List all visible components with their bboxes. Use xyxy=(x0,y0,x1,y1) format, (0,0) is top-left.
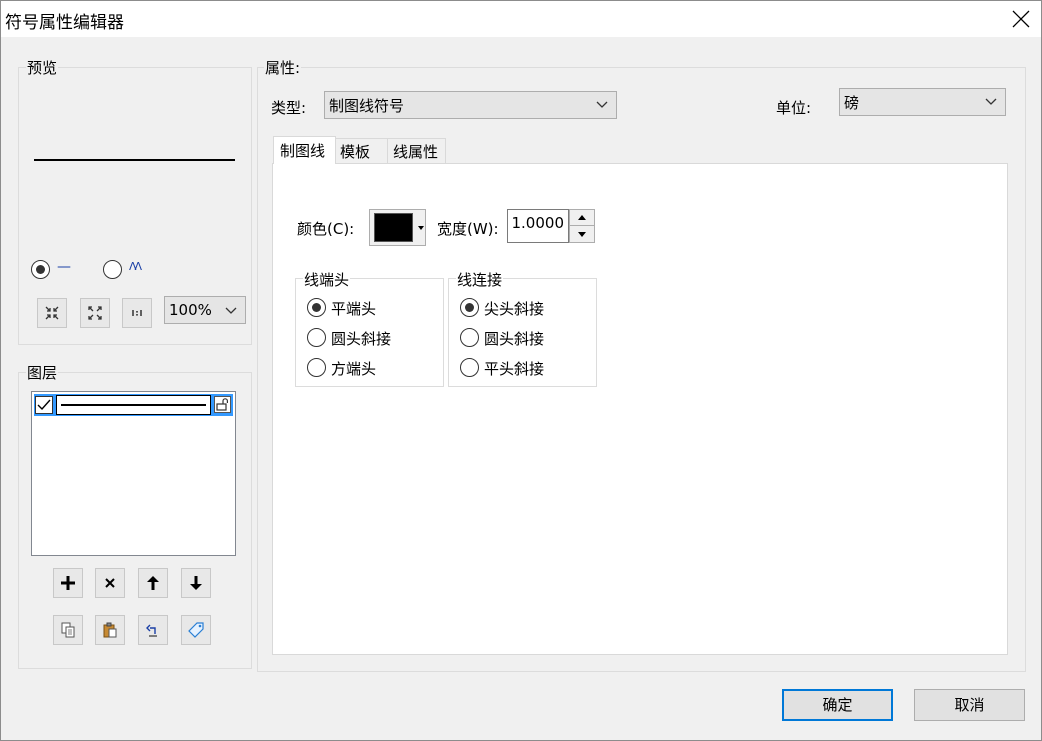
close-button[interactable] xyxy=(1001,1,1041,37)
ok-button[interactable]: 确定 xyxy=(782,689,893,721)
cap-square-radio[interactable] xyxy=(307,358,326,377)
line-cap-label: 线端头 xyxy=(303,269,351,290)
preview-mode-line-radio[interactable] xyxy=(31,260,50,279)
layer-visible-checkbox[interactable] xyxy=(35,396,53,414)
type-value: 制图线符号 xyxy=(329,97,405,115)
unlock-icon xyxy=(216,398,228,411)
tab-panel: 颜色(C): 宽度(W): 1.0000 线端头 平端头 圆头斜接 方端头 线连… xyxy=(272,163,1008,655)
join-option-label: 平头斜接 xyxy=(484,360,545,378)
color-label: 颜色(C): xyxy=(297,220,355,238)
preview-line xyxy=(34,159,235,161)
tab-line-properties[interactable]: 线属性 xyxy=(388,138,446,164)
window-title: 符号属性编辑器 xyxy=(5,13,124,33)
paste-icon xyxy=(103,622,117,638)
triangle-down-icon xyxy=(578,232,586,237)
join-round-radio[interactable] xyxy=(460,328,479,347)
type-label: 类型: xyxy=(271,99,307,117)
copy-icon xyxy=(61,622,75,638)
tag-icon xyxy=(188,622,204,638)
decrement-button[interactable] xyxy=(570,226,594,242)
layers-label: 图层 xyxy=(26,362,59,383)
color-picker[interactable] xyxy=(369,209,426,246)
type-select[interactable]: 制图线符号 xyxy=(324,91,617,119)
reset-layer-button[interactable] xyxy=(138,615,168,645)
actual-size-icon xyxy=(132,310,142,316)
caret-down-icon xyxy=(418,226,424,230)
cap-round-radio[interactable] xyxy=(307,328,326,347)
zoom-out-button[interactable] xyxy=(80,298,110,328)
chevron-down-icon xyxy=(596,101,608,108)
shrink-arrows-icon xyxy=(45,306,59,320)
move-layer-down-button[interactable] xyxy=(181,568,211,598)
layer-line-swatch xyxy=(56,395,211,415)
tag-layer-button[interactable] xyxy=(181,615,211,645)
preview-mode-line-label: — xyxy=(57,259,71,275)
cap-option-label: 圆头斜接 xyxy=(331,330,392,348)
arrow-down-icon xyxy=(190,576,202,590)
dialog-window: 符号属性编辑器 预览 — ᐱᐱ 100% 图层 属性: 类型: 制图线符号 单位… xyxy=(0,0,1042,741)
delete-layer-button[interactable] xyxy=(95,568,125,598)
cap-option-label: 方端头 xyxy=(331,360,377,378)
line-join-label: 线连接 xyxy=(456,269,504,290)
zoom-in-button[interactable] xyxy=(37,298,67,328)
join-option-label: 尖头斜接 xyxy=(484,300,545,318)
close-icon xyxy=(1012,10,1030,28)
plus-icon xyxy=(61,576,75,590)
arrow-up-icon xyxy=(147,576,159,590)
copy-layer-button[interactable] xyxy=(53,615,83,645)
layer-lock-button[interactable] xyxy=(214,396,231,413)
join-miter-radio[interactable] xyxy=(460,298,479,317)
increment-button[interactable] xyxy=(570,210,594,226)
color-swatch xyxy=(374,213,413,242)
zoom-select[interactable]: 100% xyxy=(164,296,246,324)
tab-label: 模板 xyxy=(340,143,371,161)
cancel-button[interactable]: 取消 xyxy=(914,689,1025,721)
actual-size-button[interactable] xyxy=(122,298,152,328)
unit-value: 磅 xyxy=(844,94,860,112)
chevron-down-icon xyxy=(985,98,997,105)
join-option-label: 圆头斜接 xyxy=(484,330,545,348)
join-bevel-radio[interactable] xyxy=(460,358,479,377)
tab-label: 制图线 xyxy=(280,142,326,160)
preview-mode-wave-radio[interactable] xyxy=(103,260,122,279)
delete-icon xyxy=(105,578,115,588)
triangle-up-icon xyxy=(578,215,586,220)
properties-label: 属性: xyxy=(264,57,302,78)
unit-label: 单位: xyxy=(776,99,812,117)
title-bar: 符号属性编辑器 xyxy=(1,1,1041,37)
checkmark-icon xyxy=(37,399,51,411)
move-layer-up-button[interactable] xyxy=(138,568,168,598)
add-layer-button[interactable] xyxy=(53,568,83,598)
undo-icon xyxy=(146,624,157,637)
width-value: 1.0000 xyxy=(511,214,565,232)
width-label: 宽度(W): xyxy=(437,220,499,238)
layer-list[interactable] xyxy=(31,391,236,556)
chevron-down-icon xyxy=(225,307,237,314)
layer-row[interactable] xyxy=(34,394,233,416)
tab-label: 线属性 xyxy=(393,143,439,161)
cap-butt-radio[interactable] xyxy=(307,298,326,317)
unit-select[interactable]: 磅 xyxy=(839,88,1006,116)
zoom-value: 100% xyxy=(169,301,212,319)
cap-option-label: 平端头 xyxy=(331,300,377,318)
expand-arrows-icon xyxy=(88,306,102,320)
tab-template[interactable]: 模板 xyxy=(336,138,388,164)
width-input[interactable]: 1.0000 xyxy=(507,209,569,243)
tab-cartographic-line[interactable]: 制图线 xyxy=(273,136,336,164)
paste-layer-button[interactable] xyxy=(95,615,125,645)
preview-label: 预览 xyxy=(26,57,59,78)
preview-mode-wave-label: ᐱᐱ xyxy=(129,260,142,273)
width-stepper xyxy=(569,209,595,243)
